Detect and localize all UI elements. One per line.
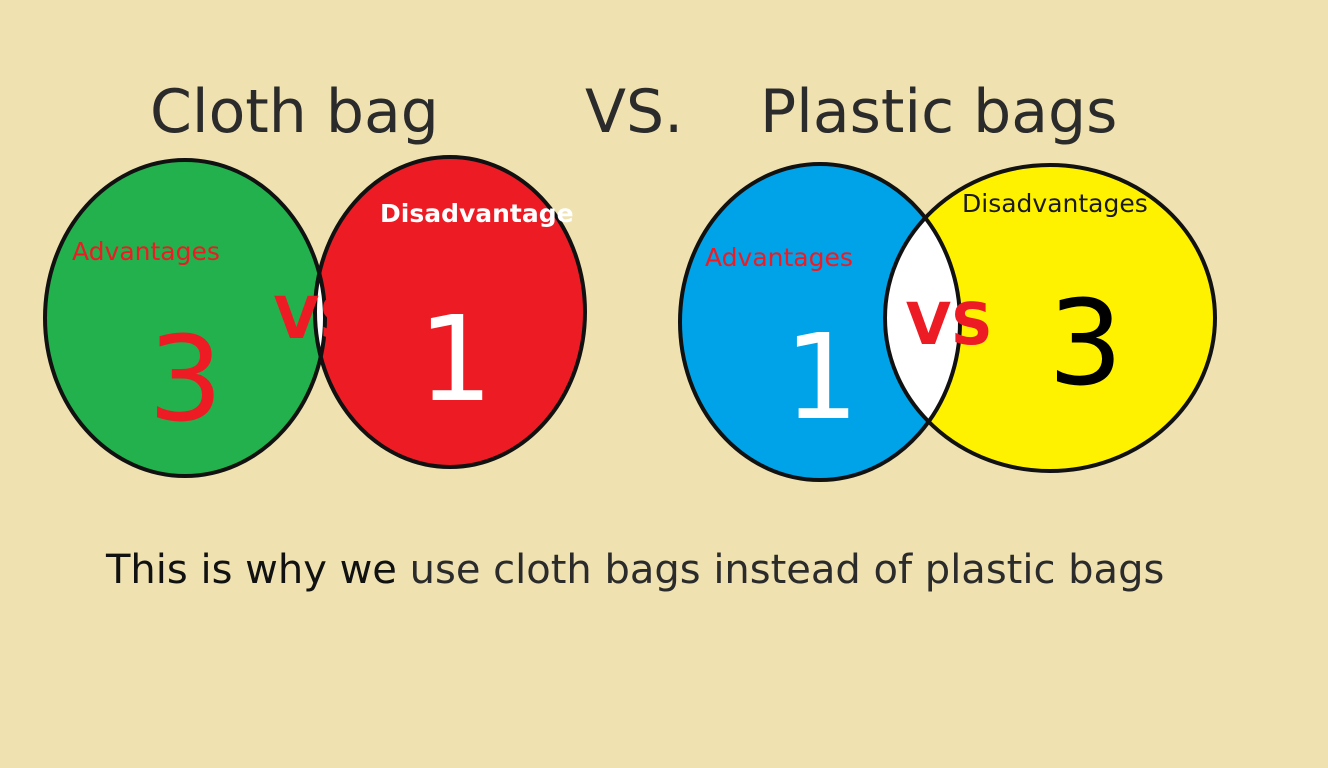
plastic-advantages-count: 1	[784, 308, 859, 446]
caption-part-2: use cloth bags instead of plastic bags	[410, 547, 1165, 593]
title-plastic-bags: Plastic bags	[760, 77, 1117, 147]
plastic-bags-venn: Advantages 1 Disadvantages 3 VS	[678, 162, 1217, 482]
plastic-advantages-label: Advantages	[705, 243, 853, 272]
title-vs: VS.	[585, 77, 683, 147]
caption-part-1: This is why we	[105, 547, 410, 593]
cloth-disadvantages-count: 1	[418, 290, 493, 428]
cloth-bag-venn: Advantages 3 Disadvantage 1 VS	[43, 155, 587, 478]
venn-diagram-canvas: Cloth bag VS. Plastic bags Advantages 3 …	[43, 77, 1217, 593]
cloth-disadvantages-label: Disadvantage	[380, 199, 574, 228]
title-cloth-bag: Cloth bag	[150, 77, 439, 147]
caption: This is why we use cloth bags instead of…	[105, 547, 1164, 593]
cloth-vs-label: VS	[274, 284, 361, 352]
plastic-disadvantages-label: Disadvantages	[962, 189, 1148, 218]
cloth-advantages-count: 3	[148, 310, 223, 448]
cloth-advantages-label: Advantages	[72, 237, 220, 266]
plastic-vs-label: VS	[906, 290, 993, 358]
plastic-disadvantages-count: 3	[1048, 274, 1123, 412]
page: Cloth bag VS. Plastic bags Advantages 3 …	[0, 0, 1328, 768]
